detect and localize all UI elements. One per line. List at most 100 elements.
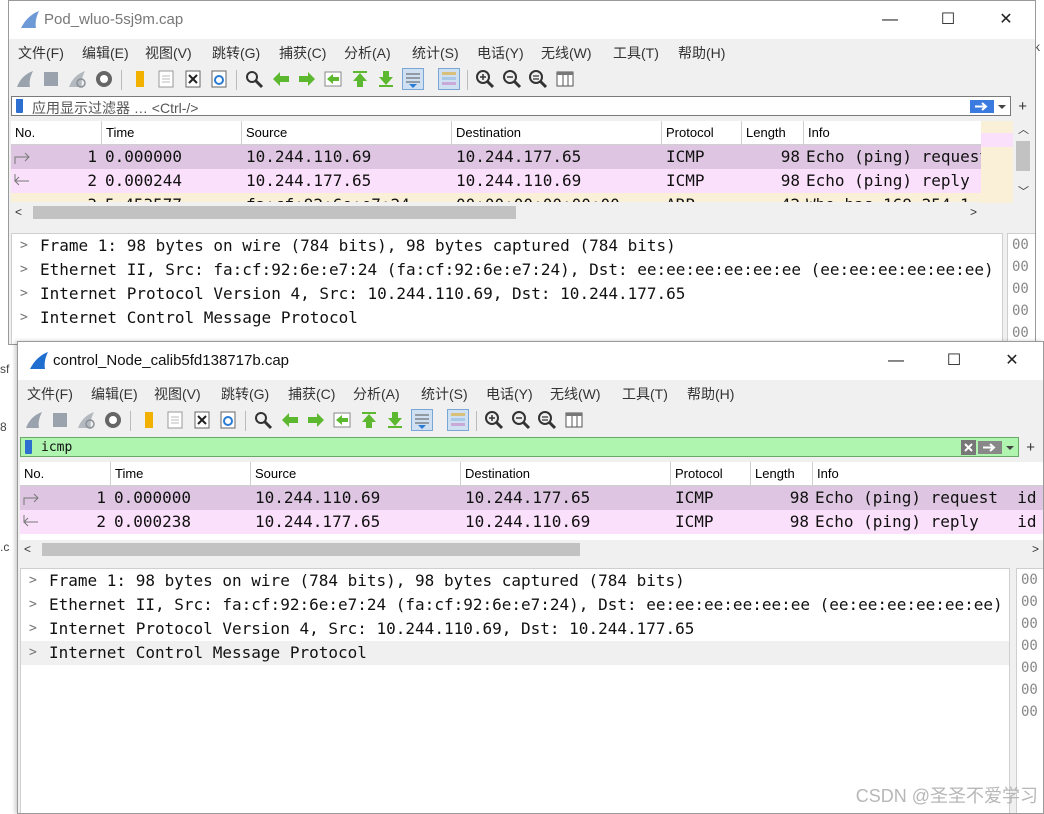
- detail-row-frame[interactable]: > Frame 1: 98 bytes on wire (784 bits), 9…: [12, 234, 1002, 258]
- go-to-packet-icon[interactable]: [322, 68, 344, 90]
- expand-chevron-icon[interactable]: >: [29, 593, 37, 617]
- packet-row[interactable]: 1 0.000000 10.244.110.69 10.244.177.65 I…: [20, 486, 1043, 510]
- menu-view[interactable]: 视图(V): [145, 43, 192, 63]
- scroll-thumb[interactable]: [42, 543, 580, 556]
- column-source[interactable]: Source: [242, 121, 452, 145]
- menu-analyze[interactable]: 分析(A): [344, 43, 391, 63]
- reload-file-icon[interactable]: [208, 68, 230, 90]
- packet-row[interactable]: 2 0.000244 10.244.177.65 10.244.110.69 I…: [11, 169, 981, 193]
- detail-row-frame[interactable]: > Frame 1: 98 bytes on wire (784 bits), 9…: [21, 569, 1009, 593]
- zoom-in-icon[interactable]: [483, 409, 505, 431]
- packet-list-hscroll[interactable]: < >: [20, 540, 1043, 558]
- detail-row-icmp[interactable]: > Internet Control Message Protocol: [12, 306, 1002, 330]
- menu-telephony[interactable]: 电话(Y): [486, 384, 533, 404]
- capture-options-icon[interactable]: [102, 409, 124, 431]
- find-packet-icon[interactable]: [252, 409, 274, 431]
- close-file-icon[interactable]: [182, 68, 204, 90]
- expand-chevron-icon[interactable]: >: [29, 569, 37, 593]
- menu-edit[interactable]: 编辑(E): [91, 384, 138, 404]
- find-packet-icon[interactable]: [243, 68, 265, 90]
- column-destination[interactable]: Destination: [461, 462, 671, 486]
- close-button[interactable]: ✕: [977, 1, 1035, 39]
- menu-tools[interactable]: 工具(T): [613, 43, 659, 63]
- autoscroll-button[interactable]: [411, 409, 433, 431]
- expand-chevron-icon[interactable]: >: [20, 282, 28, 306]
- save-file-icon[interactable]: [155, 68, 177, 90]
- menu-statistics[interactable]: 统计(S): [412, 43, 459, 63]
- scroll-thumb[interactable]: [33, 206, 516, 219]
- open-file-icon[interactable]: [129, 68, 151, 90]
- menu-help[interactable]: 帮助(H): [678, 43, 725, 63]
- menu-tools[interactable]: 工具(T): [622, 384, 668, 404]
- scroll-thumb[interactable]: [1016, 141, 1030, 171]
- resize-columns-icon[interactable]: [554, 68, 576, 90]
- restart-capture-icon[interactable]: [75, 409, 97, 431]
- add-filter-button[interactable]: +: [1026, 439, 1035, 456]
- add-filter-button[interactable]: +: [1018, 98, 1027, 115]
- zoom-out-icon[interactable]: [501, 68, 523, 90]
- scroll-up-icon[interactable]: ︿: [1018, 121, 1029, 137]
- filter-dropdown-icon[interactable]: [1004, 440, 1016, 455]
- go-back-icon[interactable]: [270, 68, 292, 90]
- go-first-packet-icon[interactable]: [349, 68, 371, 90]
- scroll-left-icon[interactable]: <: [24, 540, 31, 558]
- menu-file[interactable]: 文件(F): [18, 43, 64, 63]
- scroll-right-icon[interactable]: >: [1032, 540, 1039, 558]
- restart-capture-icon[interactable]: [66, 68, 88, 90]
- scroll-left-icon[interactable]: <: [15, 203, 22, 221]
- start-capture-icon[interactable]: [23, 409, 45, 431]
- start-capture-icon[interactable]: [14, 68, 36, 90]
- column-destination[interactable]: Destination: [452, 121, 662, 145]
- detail-row-ethernet[interactable]: > Ethernet II, Src: fa:cf:92:6e:e7:24 (fa…: [21, 593, 1009, 617]
- column-time[interactable]: Time: [102, 121, 242, 145]
- column-source[interactable]: Source: [251, 462, 461, 486]
- go-forward-icon[interactable]: [296, 68, 318, 90]
- expand-chevron-icon[interactable]: >: [20, 306, 28, 330]
- column-length[interactable]: Length: [751, 462, 813, 486]
- column-info[interactable]: Info: [813, 462, 1043, 486]
- column-no[interactable]: No.: [20, 462, 111, 486]
- column-protocol[interactable]: Protocol: [662, 121, 742, 145]
- column-no[interactable]: No.: [11, 121, 102, 145]
- detail-row-ethernet[interactable]: > Ethernet II, Src: fa:cf:92:6e:e7:24 (fa…: [12, 258, 1002, 282]
- reload-file-icon[interactable]: [217, 409, 239, 431]
- go-back-icon[interactable]: [279, 409, 301, 431]
- column-length[interactable]: Length: [742, 121, 804, 145]
- menu-help[interactable]: 帮助(H): [687, 384, 734, 404]
- maximize-button[interactable]: ☐: [925, 342, 983, 380]
- menu-file[interactable]: 文件(F): [27, 384, 73, 404]
- column-info[interactable]: Info: [804, 121, 981, 145]
- scroll-right-icon[interactable]: >: [970, 203, 977, 221]
- display-filter-input[interactable]: icmp: [20, 437, 1019, 457]
- column-time[interactable]: Time: [111, 462, 251, 486]
- menu-view[interactable]: 视图(V): [154, 384, 201, 404]
- title-bar[interactable]: Pod_wluo-5sj9m.cap — ☐ ✕: [9, 1, 1035, 39]
- expand-chevron-icon[interactable]: >: [29, 617, 37, 641]
- detail-row-ipv4[interactable]: > Internet Protocol Version 4, Src: 10.24…: [21, 617, 1009, 641]
- menu-wireless[interactable]: 无线(W): [541, 43, 592, 63]
- filter-dropdown-icon[interactable]: [996, 99, 1008, 114]
- go-forward-icon[interactable]: [305, 409, 327, 431]
- menu-edit[interactable]: 编辑(E): [82, 43, 129, 63]
- bookmark-icon[interactable]: [16, 99, 23, 113]
- colorize-button[interactable]: [447, 409, 469, 431]
- detail-row-icmp[interactable]: > Internet Control Message Protocol: [21, 641, 1009, 665]
- expand-chevron-icon[interactable]: >: [29, 641, 37, 665]
- display-filter-input[interactable]: 应用显示过滤器 … <Ctrl-/>: [11, 96, 1011, 116]
- menu-wireless[interactable]: 无线(W): [550, 384, 601, 404]
- autoscroll-button[interactable]: [402, 68, 424, 90]
- packet-row[interactable]: 3 5.453577 fa:cf:92:6e:e7:24 00:00:00:00…: [11, 193, 981, 202]
- expand-chevron-icon[interactable]: >: [20, 234, 28, 258]
- clear-filter-icon[interactable]: [961, 440, 976, 455]
- go-last-packet-icon[interactable]: [375, 68, 397, 90]
- column-protocol[interactable]: Protocol: [671, 462, 751, 486]
- zoom-out-icon[interactable]: [510, 409, 532, 431]
- save-file-icon[interactable]: [164, 409, 186, 431]
- menu-statistics[interactable]: 统计(S): [421, 384, 468, 404]
- packet-row[interactable]: 1 0.000000 10.244.110.69 10.244.177.65 I…: [11, 145, 981, 169]
- menu-capture[interactable]: 捕获(C): [279, 43, 326, 63]
- menu-analyze[interactable]: 分析(A): [353, 384, 400, 404]
- go-to-packet-icon[interactable]: [331, 409, 353, 431]
- capture-options-icon[interactable]: [93, 68, 115, 90]
- bookmark-icon[interactable]: [25, 440, 32, 454]
